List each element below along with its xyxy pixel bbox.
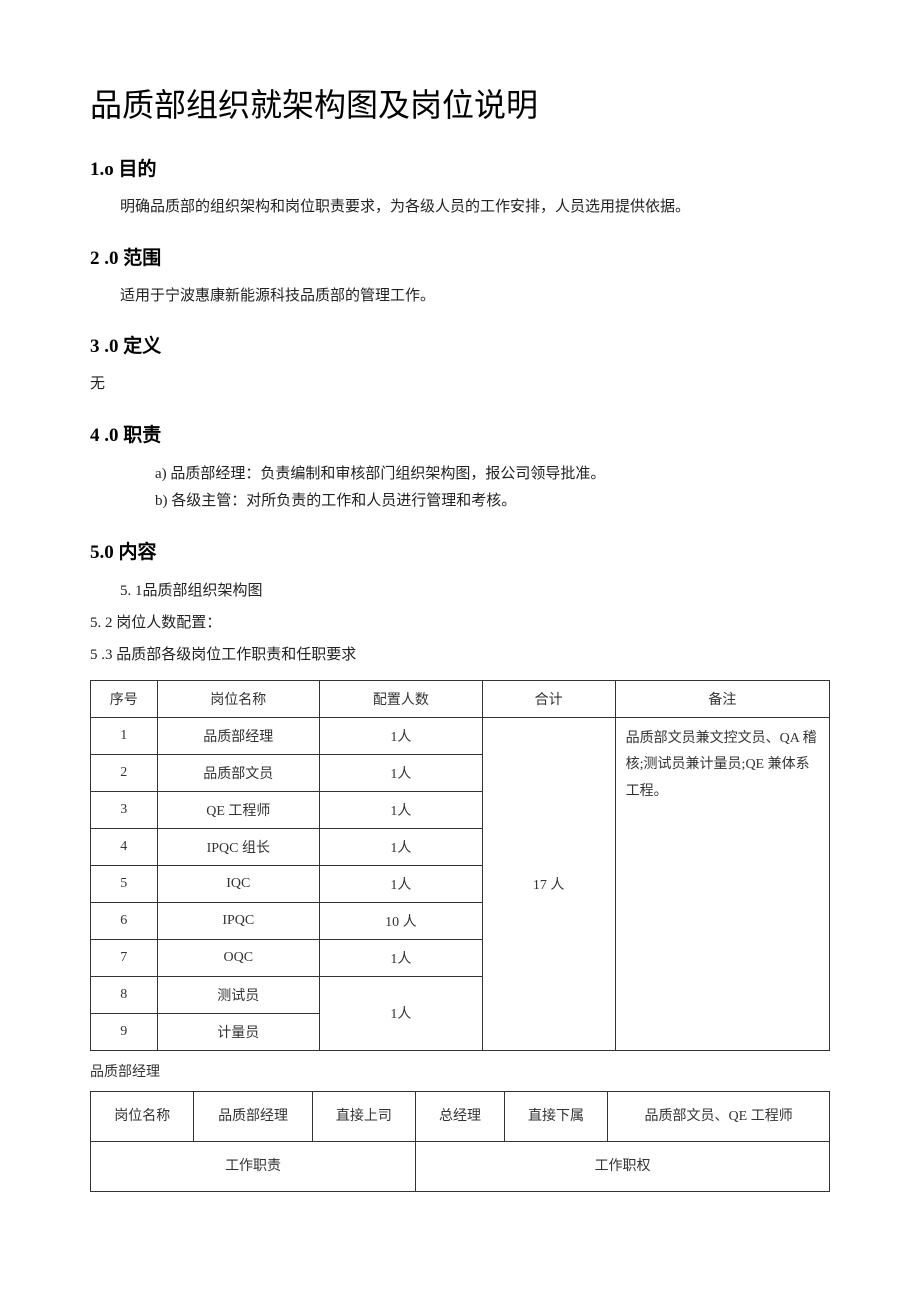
- th-count: 配置人数: [320, 680, 483, 717]
- staffing-table: 序号 岗位名称 配置人数 合计 备注 1 品质部经理 1人 17 人 品质部文员…: [90, 680, 830, 1051]
- section-4-item-b: b) 各级主管：对所负责的工作和人员进行管理和考核。: [155, 488, 830, 515]
- section-1-body: 明确品质部的组织架构和岗位职责要求，为各级人员的工作安排，人员选用提供依据。: [120, 195, 830, 221]
- section-1-heading: 1.o 目的: [90, 154, 830, 181]
- table-row: 岗位名称 品质部经理 直接上司 总经理 直接下属 品质部文员、QE 工程师: [91, 1091, 830, 1141]
- section-2-heading: 2 .0 范围: [90, 243, 830, 270]
- cell-name: 品质部文员: [157, 754, 320, 791]
- table-row: 工作职责 工作职权: [91, 1141, 830, 1191]
- cell-name: OQC: [157, 939, 320, 976]
- cell-name: IPQC 组长: [157, 828, 320, 865]
- label-subordinate: 直接下属: [504, 1091, 607, 1141]
- cell-no: 6: [91, 902, 158, 939]
- cell-name: IPQC: [157, 902, 320, 939]
- section-5-heading: 5.0 内容: [90, 537, 830, 564]
- cell-count: 10 人: [320, 902, 483, 939]
- section-4-item-a: a) 品质部经理：负责编制和审核部门组织架构图，报公司领导批准。: [155, 461, 830, 488]
- cell-count: 1人: [320, 939, 483, 976]
- value-supervisor: 总经理: [416, 1091, 505, 1141]
- cell-count: 1人: [320, 791, 483, 828]
- document-title: 品质部组织就架构图及岗位说明: [90, 80, 830, 126]
- cell-no: 2: [91, 754, 158, 791]
- label-position: 岗位名称: [91, 1091, 194, 1141]
- value-subordinate: 品质部文员、QE 工程师: [608, 1091, 830, 1141]
- section-3-heading: 3 .0 定义: [90, 331, 830, 358]
- cell-no: 8: [91, 976, 158, 1013]
- cell-no: 1: [91, 717, 158, 754]
- cell-name: QE 工程师: [157, 791, 320, 828]
- cell-count: 1人: [320, 828, 483, 865]
- section-4-heading: 4 .0 职责: [90, 420, 830, 447]
- cell-no: 7: [91, 939, 158, 976]
- cell-name: 计量员: [157, 1013, 320, 1050]
- label-authority: 工作职权: [416, 1141, 830, 1191]
- cell-count: 1人: [320, 717, 483, 754]
- section-5-sub2: 5. 2 岗位人数配置：: [90, 609, 830, 638]
- cell-name: 测试员: [157, 976, 320, 1013]
- section-5-sub3: 5 .3 品质部各级岗位工作职责和任职要求: [90, 641, 830, 670]
- cell-no: 4: [91, 828, 158, 865]
- th-position: 岗位名称: [157, 680, 320, 717]
- section-5-sub1: 5. 1品质部组织架构图: [120, 578, 830, 605]
- th-total: 合计: [482, 680, 615, 717]
- cell-count-merged: 1人: [320, 976, 483, 1050]
- section-2-body: 适用于宁波惠康新能源科技品质部的管理工作。: [120, 284, 830, 310]
- th-no: 序号: [91, 680, 158, 717]
- label-supervisor: 直接上司: [312, 1091, 415, 1141]
- section-3-body: 无: [90, 372, 830, 398]
- cell-no: 5: [91, 865, 158, 902]
- cell-total: 17 人: [482, 717, 615, 1050]
- position-detail-table: 岗位名称 品质部经理 直接上司 总经理 直接下属 品质部文员、QE 工程师 工作…: [90, 1091, 830, 1192]
- value-position: 品质部经理: [194, 1091, 312, 1141]
- cell-count: 1人: [320, 865, 483, 902]
- th-remark: 备注: [615, 680, 829, 717]
- cell-remark: 品质部文员兼文控文员、QA 稽核;测试员兼计量员;QE 兼体系工程。: [615, 717, 829, 1050]
- cell-count: 1人: [320, 754, 483, 791]
- label-duties: 工作职责: [91, 1141, 416, 1191]
- table-row: 1 品质部经理 1人 17 人 品质部文员兼文控文员、QA 稽核;测试员兼计量员…: [91, 717, 830, 754]
- position-subtitle: 品质部经理: [90, 1061, 830, 1081]
- cell-no: 3: [91, 791, 158, 828]
- table-header-row: 序号 岗位名称 配置人数 合计 备注: [91, 680, 830, 717]
- cell-name: IQC: [157, 865, 320, 902]
- cell-name: 品质部经理: [157, 717, 320, 754]
- cell-no: 9: [91, 1013, 158, 1050]
